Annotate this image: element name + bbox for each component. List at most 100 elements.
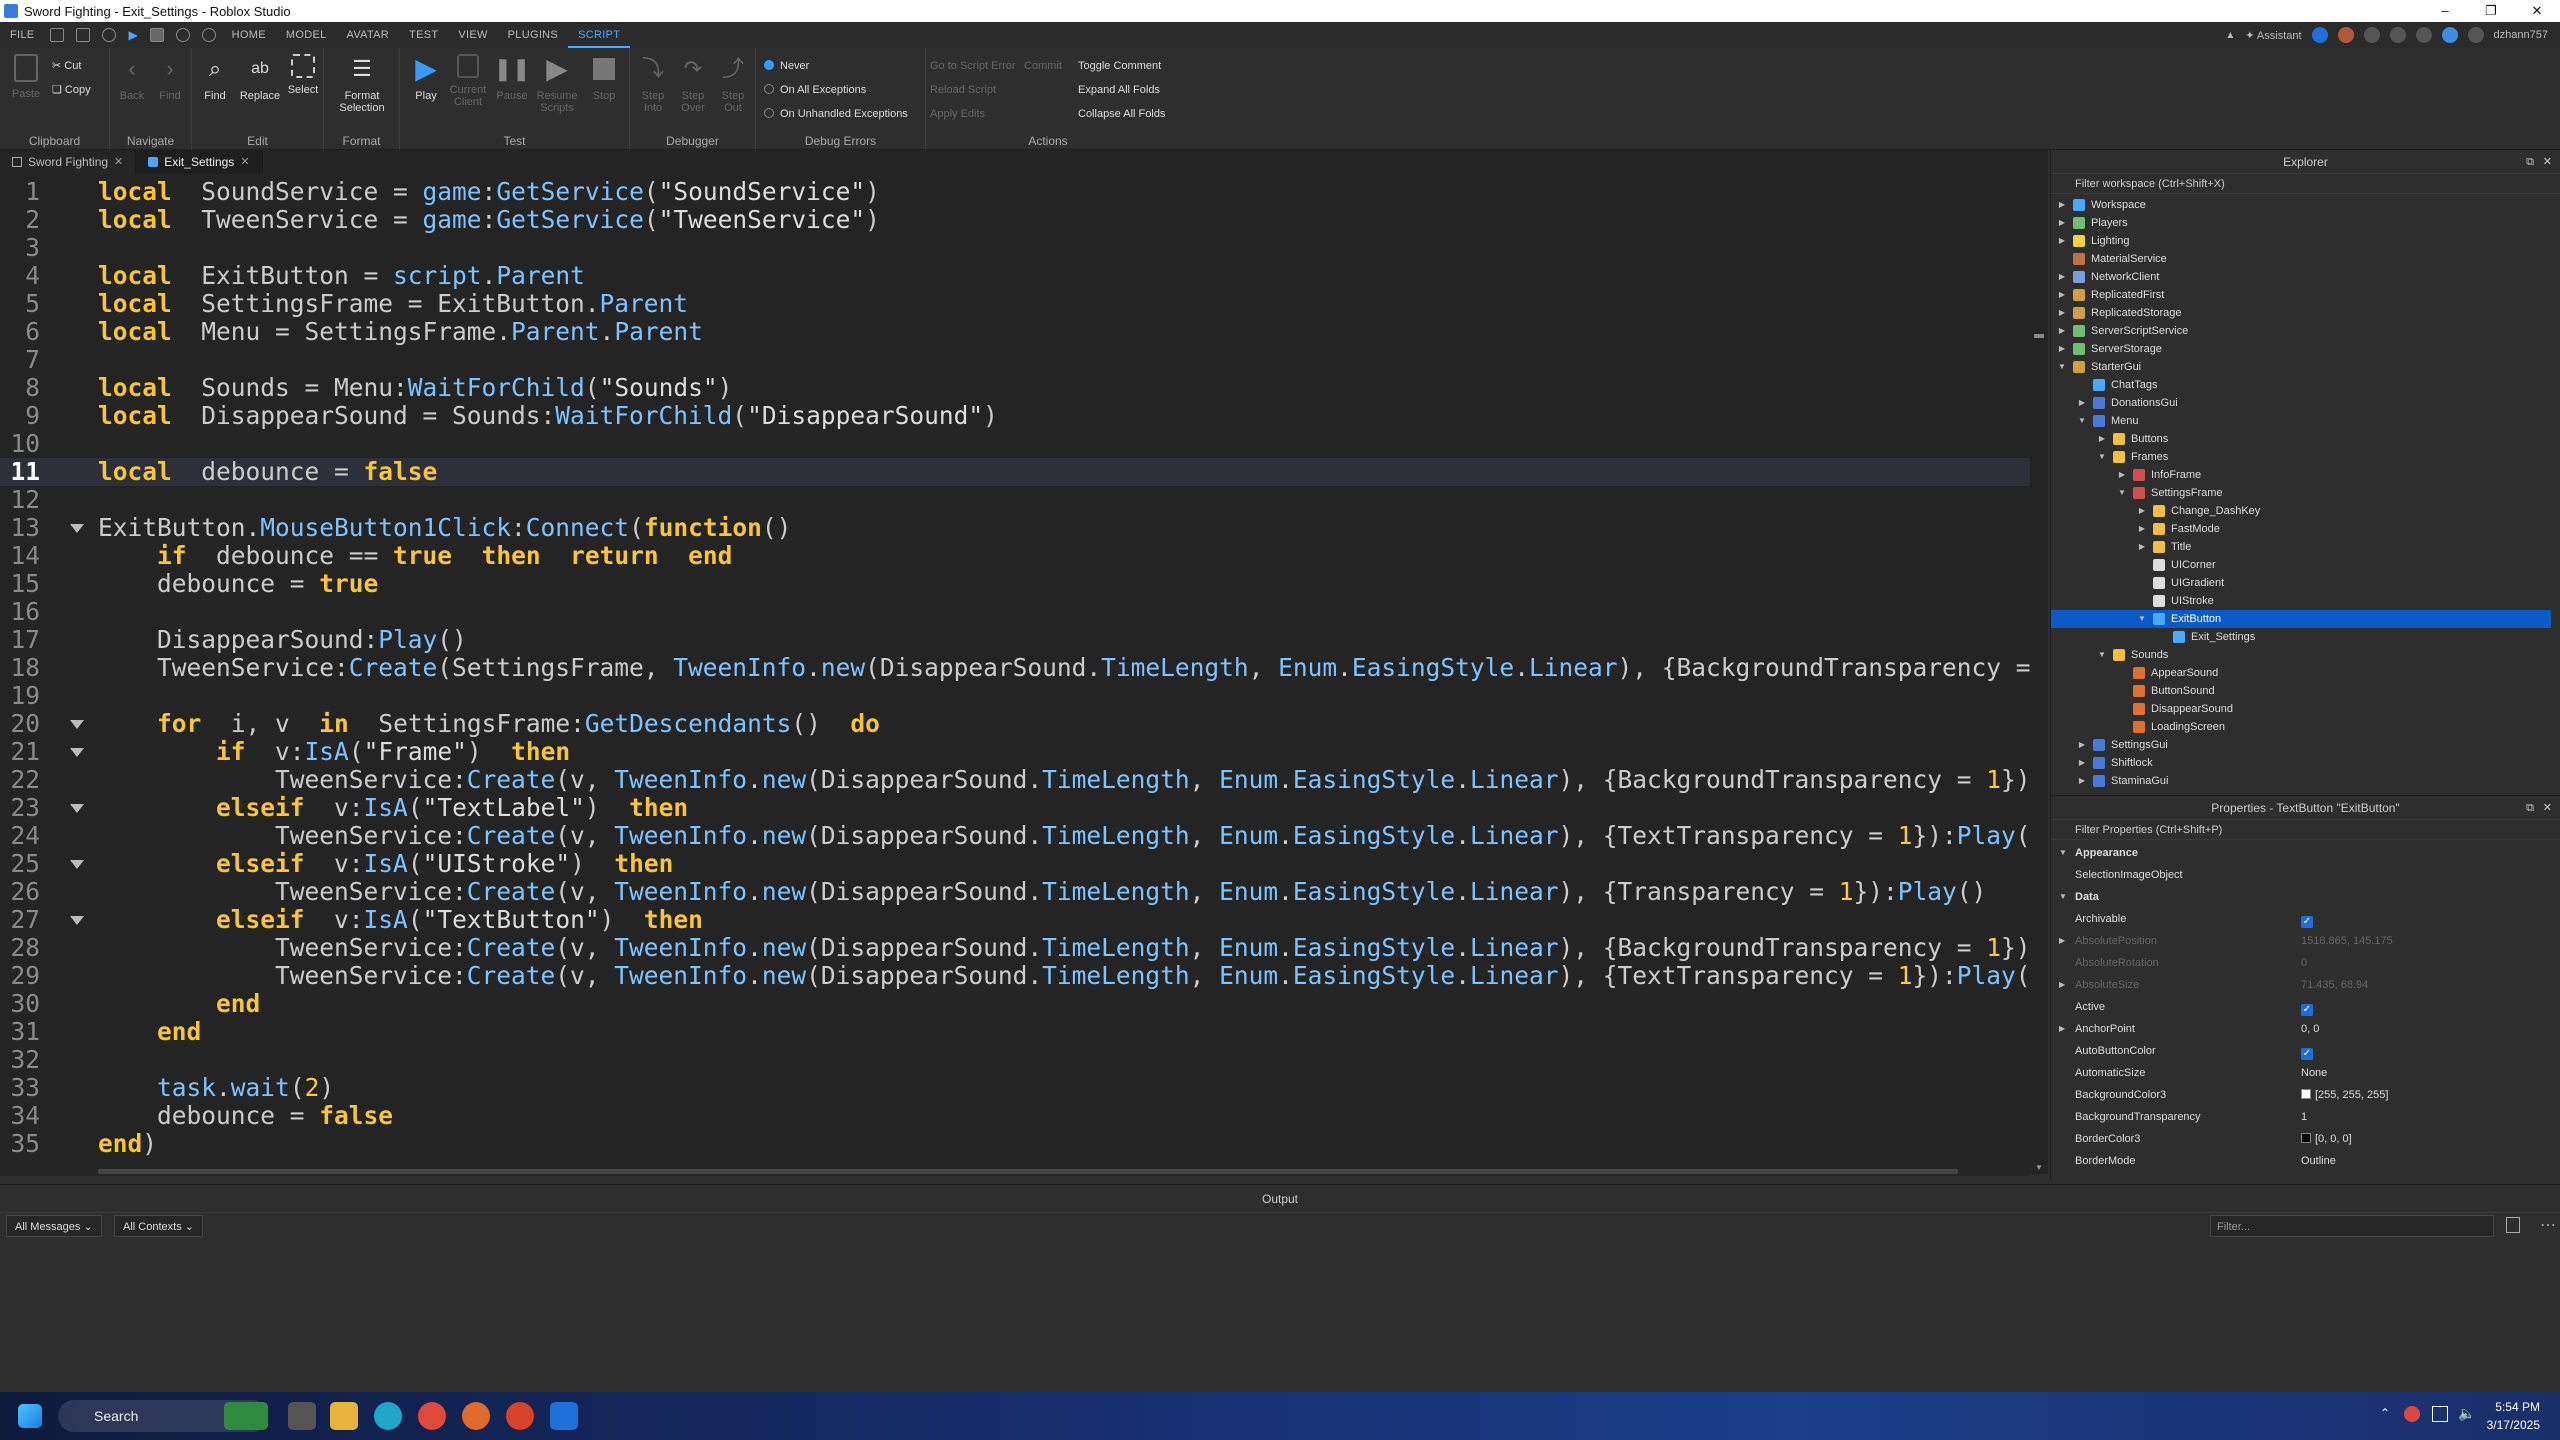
expand-arrow-down-icon[interactable]: ▼: [2059, 842, 2067, 864]
assistant-button[interactable]: ✦ Assistant: [2245, 29, 2301, 42]
property-row[interactable]: AutomaticSize None: [2051, 1062, 2551, 1084]
tree-item[interactable]: ▼ Sounds: [2051, 646, 2551, 664]
tree-item[interactable]: ▶ NetworkClient: [2051, 268, 2551, 286]
code-line[interactable]: 35 end): [0, 1130, 2030, 1158]
expand-arrow-down-icon[interactable]: ▼: [2057, 358, 2067, 376]
code-line[interactable]: 24 TweenService:Create(v, TweenInfo.new(…: [0, 822, 2045, 850]
chrome-profile-icon[interactable]: [506, 1402, 534, 1430]
code-line[interactable]: 25 elseif v:IsA("UIStroke") then: [0, 850, 2030, 878]
share-icon[interactable]: [2467, 27, 2484, 43]
property-row[interactable]: ▶ AbsoluteSize 71.435, 68.94: [2051, 974, 2551, 996]
expand-arrow-right-icon[interactable]: ▶: [2057, 322, 2067, 340]
tree-item[interactable]: ▶ ServerStorage: [2051, 340, 2551, 358]
expand-arrow-right-icon[interactable]: ▶: [2137, 538, 2147, 556]
scroll-thumb[interactable]: [2034, 334, 2044, 338]
expand-arrow-right-icon[interactable]: ▶: [2077, 736, 2087, 754]
menu-file[interactable]: FILE: [0, 22, 44, 48]
close-panel-icon[interactable]: ✕: [2543, 150, 2552, 174]
code-line[interactable]: 17 DisappearSound:Play(): [0, 626, 2030, 654]
property-value[interactable]: ✓: [2301, 1040, 2313, 1062]
sync-icon[interactable]: [2311, 27, 2328, 43]
property-row[interactable]: AbsoluteRotation 0: [2051, 952, 2551, 974]
tree-item[interactable]: DisappearSound: [2051, 700, 2551, 718]
menu-view[interactable]: VIEW: [448, 22, 497, 48]
code-line[interactable]: 31 end: [0, 1018, 2030, 1046]
edge-browser-icon[interactable]: [374, 1402, 402, 1430]
tree-item[interactable]: ▶ ServerScriptService: [2051, 322, 2551, 340]
tree-item[interactable]: ▶ Lighting: [2051, 232, 2551, 250]
fold-arrow-icon[interactable]: [70, 916, 84, 925]
tree-item[interactable]: ▶ ReplicatedFirst: [2051, 286, 2551, 304]
stop-button[interactable]: Stop: [586, 54, 622, 102]
scroll-down-arrow-icon[interactable]: ▼: [2035, 1163, 2043, 1172]
expand-arrow-right-icon[interactable]: ▶: [2059, 974, 2065, 996]
code-line[interactable]: 18 TweenService:Create(SettingsFrame, Tw…: [0, 654, 2048, 682]
tree-item[interactable]: MaterialService: [2051, 250, 2551, 268]
format-selection-button[interactable]: ☰ Format Selection: [332, 54, 392, 115]
property-row[interactable]: Archivable ✓: [2051, 908, 2551, 930]
scroll-thumb[interactable]: [98, 1169, 1958, 1174]
expand-arrow-down-icon[interactable]: ▼: [2137, 610, 2147, 628]
step-out-button[interactable]: ⤴ Step Out: [714, 54, 752, 115]
resume-scripts-button[interactable]: ▶ Resume Scripts: [532, 54, 582, 115]
code-line[interactable]: 6 local Menu = SettingsFrame.Parent.Paren…: [0, 318, 2030, 346]
unhandled-exceptions-radio[interactable]: On Unhandled Exceptions: [764, 106, 908, 122]
property-value[interactable]: ✓: [2301, 908, 2313, 930]
menu-test[interactable]: TEST: [399, 22, 448, 48]
code-line[interactable]: 5 local SettingsFrame = ExitButton.Parent: [0, 290, 2030, 318]
toggle-comment-button[interactable]: Toggle Comment: [1078, 58, 1161, 74]
code-line[interactable]: 19: [0, 682, 2030, 710]
expand-arrow-down-icon[interactable]: ▼: [2097, 448, 2107, 466]
fold-arrow-icon[interactable]: [70, 748, 84, 757]
tree-item[interactable]: UIGradient: [2051, 574, 2551, 592]
code-line[interactable]: 33 task.wait(2): [0, 1074, 2030, 1102]
output-filter-input[interactable]: Filter...: [2210, 1215, 2494, 1237]
tree-item[interactable]: ▶ Shiftlock: [2051, 754, 2551, 772]
contexts-filter-dropdown[interactable]: All Contexts ⌄: [114, 1215, 203, 1237]
code-line[interactable]: 28 TweenService:Create(v, TweenInfo.new(…: [0, 934, 2048, 962]
minimize-icon[interactable]: –: [2422, 0, 2468, 22]
tab-exit-settings[interactable]: Exit_Settings ✕: [136, 150, 263, 174]
fold-arrow-icon[interactable]: [70, 860, 84, 869]
network-icon[interactable]: [2432, 1406, 2448, 1422]
code-editor[interactable]: 1 local SoundService = game:GetService("S…: [0, 174, 2048, 1174]
menu-model[interactable]: MODEL: [276, 22, 337, 48]
tree-item[interactable]: ▶ FastMode: [2051, 520, 2551, 538]
expand-arrow-right-icon[interactable]: ▶: [2057, 196, 2067, 214]
expand-arrow-right-icon[interactable]: ▶: [2057, 214, 2067, 232]
undo-icon[interactable]: [175, 28, 190, 42]
expand-arrow-right-icon[interactable]: ▶: [2137, 502, 2147, 520]
tree-item[interactable]: ▼ SettingsFrame: [2051, 484, 2551, 502]
expand-arrow-right-icon[interactable]: ▶: [2057, 340, 2067, 358]
username[interactable]: dzhann757: [2494, 29, 2548, 41]
tree-item[interactable]: ▶ DonationsGui: [2051, 394, 2551, 412]
code-line[interactable]: 10: [0, 430, 2030, 458]
expand-arrow-right-icon[interactable]: ▶: [2097, 430, 2107, 448]
paste-button[interactable]: Paste: [6, 54, 46, 100]
tree-item[interactable]: ▶ InfoFrame: [2051, 466, 2551, 484]
expand-arrow-right-icon[interactable]: ▶: [2059, 1018, 2065, 1040]
expand-arrow-down-icon[interactable]: ▼: [2117, 484, 2127, 502]
stop-quick-icon[interactable]: [149, 28, 164, 42]
tray-chevron-icon[interactable]: ⌃: [2380, 1406, 2390, 1420]
property-category[interactable]: ▼ Data: [2051, 886, 2551, 908]
explorer-filter-input[interactable]: Filter workspace (Ctrl+Shift+X): [2051, 174, 2560, 194]
property-value[interactable]: None: [2301, 1062, 2327, 1084]
tree-item[interactable]: ▶ Players: [2051, 214, 2551, 232]
tab-sword-fighting[interactable]: Sword Fighting ✕: [0, 150, 137, 174]
color-swatch[interactable]: [2301, 1089, 2311, 1099]
collapse-all-folds-button[interactable]: Collapse All Folds: [1078, 106, 1165, 122]
code-line[interactable]: 2 local TweenService = game:GetService("T…: [0, 206, 2030, 234]
help-icon[interactable]: [2389, 27, 2406, 43]
property-row[interactable]: Active ✓: [2051, 996, 2551, 1018]
task-view-icon[interactable]: [288, 1402, 316, 1430]
expand-arrow-right-icon[interactable]: ▶: [2077, 772, 2087, 790]
code-line[interactable]: 32: [0, 1046, 2030, 1074]
code-line[interactable]: 11 local debounce = false: [0, 458, 2030, 486]
tree-item[interactable]: ▶ Workspace: [2051, 196, 2551, 214]
tree-item[interactable]: ButtonSound: [2051, 682, 2551, 700]
code-line[interactable]: 9 local DisappearSound = Sounds:WaitForCh…: [0, 402, 2030, 430]
checkbox-checked-icon[interactable]: ✓: [2301, 1048, 2313, 1060]
code-line[interactable]: 12: [0, 486, 2030, 514]
code-line[interactable]: 29 TweenService:Create(v, TweenInfo.new(…: [0, 962, 2045, 990]
